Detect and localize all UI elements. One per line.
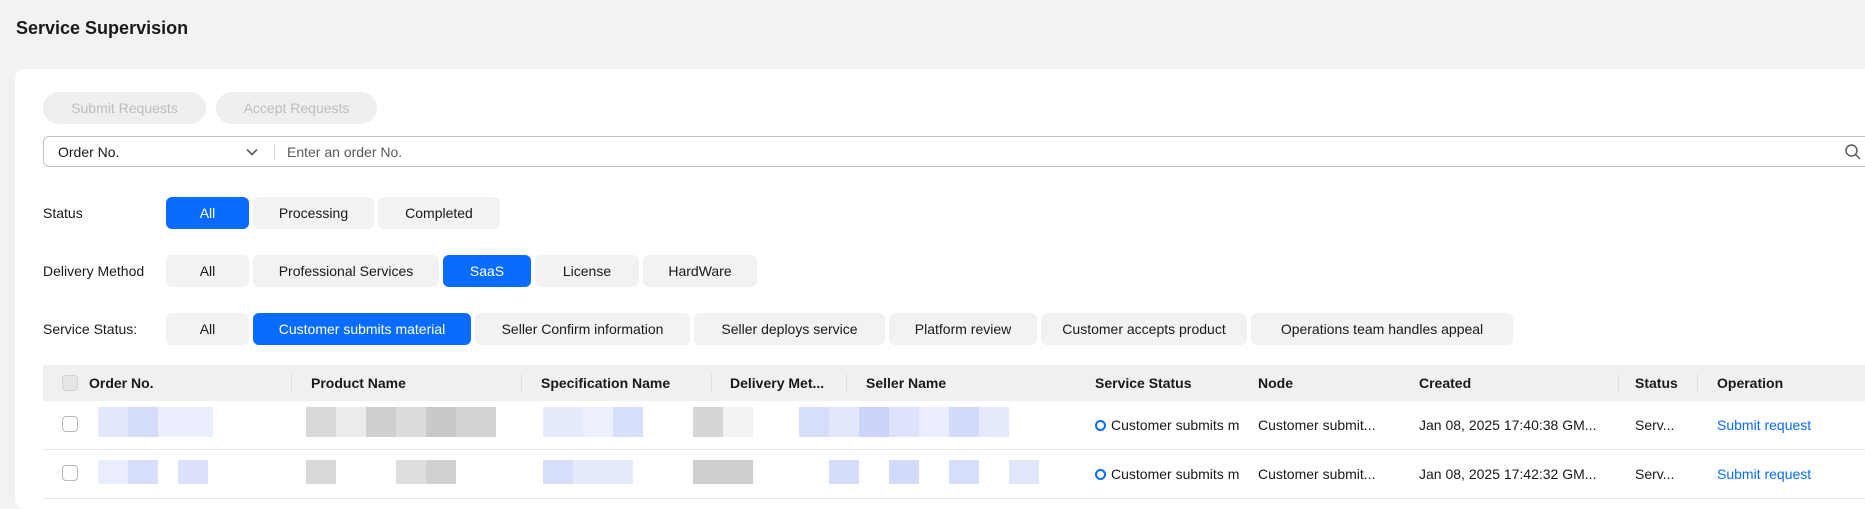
service-status-option-all[interactable]: All [166,313,249,345]
redacted-product-name [396,407,426,437]
search-input[interactable] [287,137,1787,166]
status-circle-icon [1095,420,1106,431]
select-all-checkbox[interactable] [62,375,78,391]
created-cell: Jan 08, 2025 17:42:32 GM... [1419,466,1597,482]
delivery-option-professional-services[interactable]: Professional Services [253,255,439,287]
redacted-seller-name [919,407,949,437]
column-divider [291,374,292,392]
redacted-product-name [456,407,496,437]
redacted-seller-name [829,460,859,484]
delivery-option-license[interactable]: License [535,255,639,287]
search-bar: Order No. [43,136,1865,167]
status-filter-label: Status [43,205,83,221]
row-checkbox[interactable] [62,465,78,481]
submit-request-link[interactable]: Submit request [1717,401,1865,449]
redacted-product-name [426,460,456,484]
redacted-seller-name [799,407,829,437]
redacted-spec-name [613,407,643,437]
service-status-text: Customer submits m [1111,417,1240,433]
redacted-order-no [98,407,128,437]
column-delivery-method[interactable]: Delivery Met... [730,365,824,401]
search-field-label: Order No. [58,143,120,160]
service-status-option-platform-review[interactable]: Platform review [889,313,1037,345]
node-cell: Customer submit... [1258,417,1376,433]
search-divider [274,144,275,160]
redacted-spec-name [583,407,613,437]
redacted-order-no [128,460,158,484]
column-divider [1618,374,1619,392]
redacted-seller-name [859,407,889,437]
accept-requests-button[interactable]: Accept Requests [216,92,377,124]
table-row: Customer submits m Customer submit... Ja… [43,450,1865,499]
service-status-filter-label: Service Status: [43,321,138,337]
redacted-seller-name [829,407,859,437]
column-status[interactable]: Status [1635,365,1678,401]
node-cell: Customer submit... [1258,466,1376,482]
redacted-product-name [396,460,426,484]
service-status-option-customer-submits-material[interactable]: Customer submits material [253,313,471,345]
status-cell: Serv... [1635,417,1675,433]
table-header: Order No. Product Name Specification Nam… [43,365,1865,401]
row-checkbox[interactable] [62,416,78,432]
redacted-order-no [98,460,128,484]
redacted-spec-name [543,460,573,484]
delivery-option-saas[interactable]: SaaS [443,255,531,287]
status-option-processing[interactable]: Processing [253,197,374,229]
status-circle-icon [1095,469,1106,480]
page-title: Service Supervision [16,18,189,38]
redacted-seller-name [949,460,979,484]
redacted-seller-name [949,407,979,437]
service-status-option-operations-appeal[interactable]: Operations team handles appeal [1251,313,1513,345]
column-divider [1697,374,1698,392]
service-status-cell: Customer submits m [1095,450,1250,498]
redacted-order-no [178,460,208,484]
redacted-seller-name [889,407,919,437]
status-option-all[interactable]: All [166,197,249,229]
search-icon[interactable] [1844,143,1862,161]
redacted-product-name [306,460,336,484]
submit-requests-button[interactable]: Submit Requests [43,92,206,124]
column-divider [521,374,522,392]
redacted-product-name [426,407,456,437]
delivery-option-hardware[interactable]: HardWare [643,255,757,287]
column-created[interactable]: Created [1419,365,1471,401]
column-operation: Operation [1717,375,1784,391]
status-cell: Serv... [1635,466,1675,482]
redacted-spec-name [573,460,633,484]
redacted-product-name [366,407,396,437]
chevron-down-icon [246,148,258,156]
redacted-order-no [158,407,213,437]
created-cell: Jan 08, 2025 17:40:38 GM... [1419,417,1597,433]
redacted-seller-name [979,407,1009,437]
column-divider [846,374,847,392]
column-seller-name[interactable]: Seller Name [866,365,946,401]
redacted-delivery-method [723,407,753,437]
service-status-text: Customer submits m [1111,466,1240,482]
column-service-status[interactable]: Service Status [1095,365,1192,401]
service-status-option-customer-accepts-product[interactable]: Customer accepts product [1041,313,1247,345]
service-status-option-seller-confirm-information[interactable]: Seller Confirm information [475,313,690,345]
column-product-name[interactable]: Product Name [311,365,406,401]
delivery-option-all[interactable]: All [166,255,249,287]
redacted-spec-name [543,407,583,437]
delivery-filter-label: Delivery Method [43,263,145,279]
redacted-order-no [128,407,158,437]
table-row: Customer submits m Customer submit... Ja… [43,401,1865,450]
redacted-product-name [306,407,336,437]
submit-request-link[interactable]: Submit request [1717,450,1865,498]
redacted-product-name [336,407,366,437]
redacted-delivery-method [693,460,753,484]
service-status-option-seller-deploys-service[interactable]: Seller deploys service [694,313,885,345]
status-option-completed[interactable]: Completed [378,197,500,229]
search-field-select[interactable]: Order No. [44,137,274,166]
redacted-seller-name [1009,460,1039,484]
service-status-cell: Customer submits m [1095,401,1250,449]
column-node[interactable]: Node [1258,365,1293,401]
redacted-seller-name [889,460,919,484]
column-specification-name[interactable]: Specification Name [541,365,670,401]
redacted-delivery-method [693,407,723,437]
column-divider [711,374,712,392]
column-order-no[interactable]: Order No. [89,365,154,401]
